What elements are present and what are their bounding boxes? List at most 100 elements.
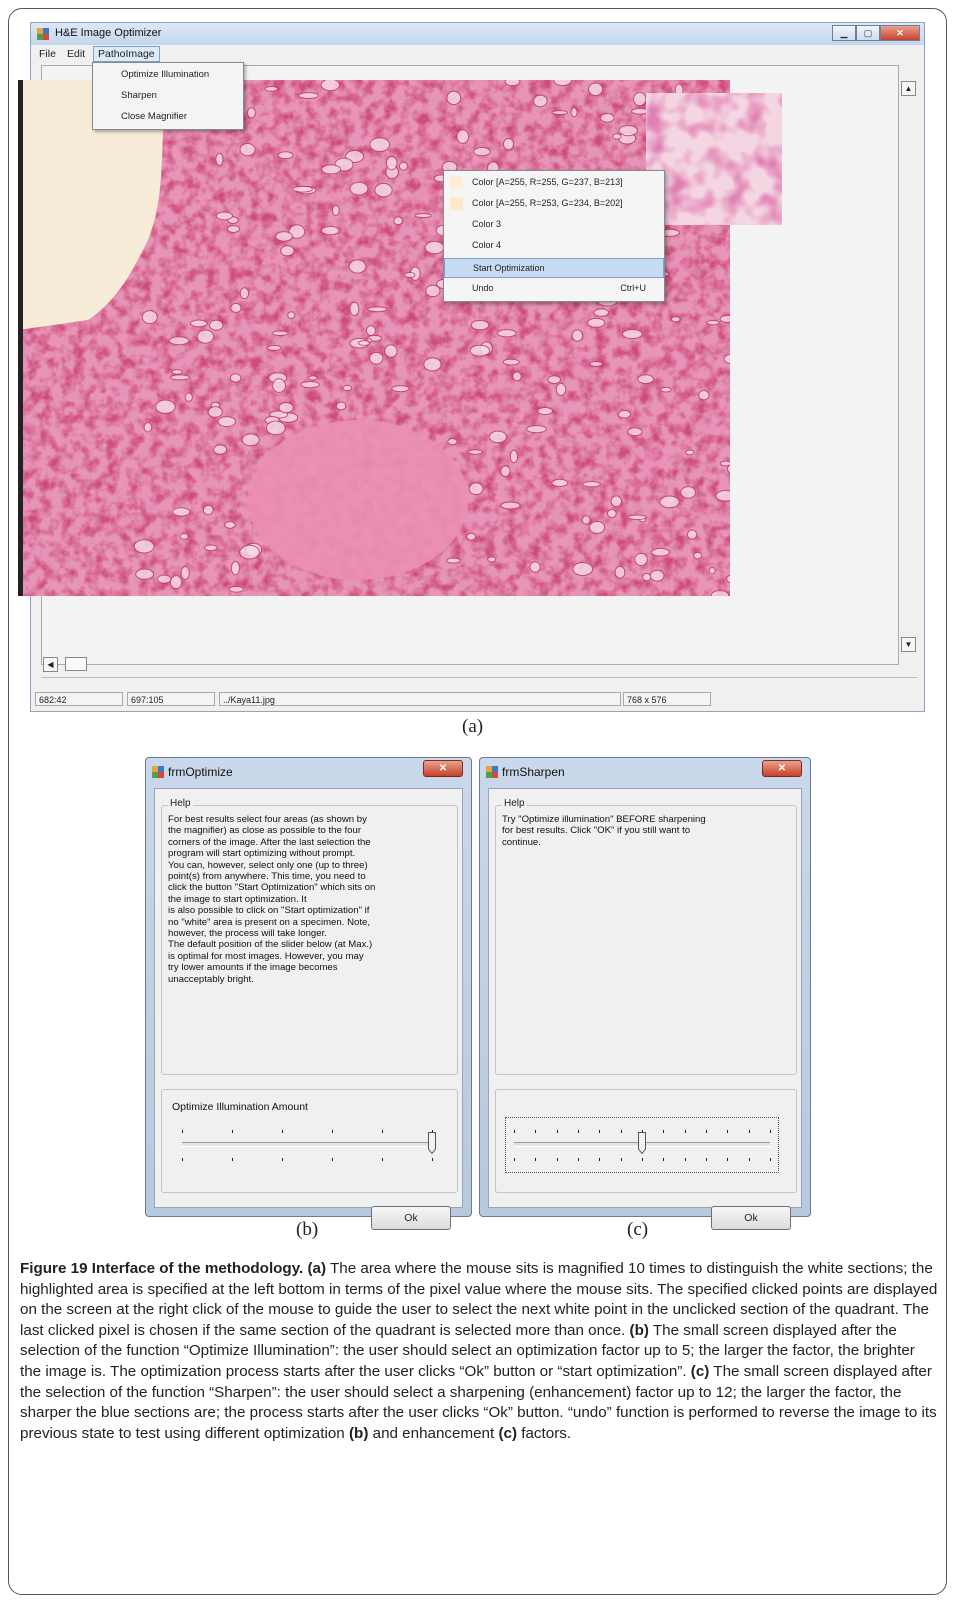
menu-item-optimize-illumination[interactable]: Optimize Illumination <box>121 69 209 80</box>
vertical-scrollbar[interactable]: ▲ ▼ <box>901 65 917 665</box>
gland-lumen <box>627 427 643 437</box>
menu-pathoimage[interactable]: PathoImage <box>93 46 160 62</box>
gland-lumen <box>133 539 155 554</box>
panel-label-a: (a) <box>462 716 484 737</box>
gland-lumen <box>278 401 294 414</box>
gland-lumen <box>391 385 410 393</box>
gland-lumen <box>266 344 282 351</box>
gland-lumen <box>135 568 155 580</box>
gland-lumen <box>571 329 584 342</box>
slider-tick <box>578 1130 579 1133</box>
slider-tick <box>748 1130 750 1133</box>
help-text: Try "Optimize illumination" BEFORE sharp… <box>502 814 706 848</box>
slider-label: Optimize Illumination Amount <box>172 1101 308 1113</box>
sharpen-slider[interactable] <box>505 1117 779 1173</box>
gland-lumen <box>202 504 214 516</box>
gland-lumen <box>468 482 484 496</box>
slider-tick <box>599 1130 601 1133</box>
ok-button[interactable]: Ok <box>711 1206 791 1230</box>
gland-lumen <box>588 520 606 534</box>
gland-lumen <box>348 259 367 274</box>
context-menu: Color [A=255, R=255, G=237, B=213] Color… <box>443 170 665 302</box>
gland-lumen <box>298 92 319 100</box>
gland-lumen <box>593 308 610 317</box>
dialog-body: Help For best results select four areas … <box>154 788 463 1230</box>
gland-lumen <box>207 406 223 418</box>
gland-lumen <box>398 161 409 171</box>
caption-mark-c2: (c) <box>498 1424 518 1442</box>
gland-lumen <box>180 566 190 580</box>
gland-lumen <box>670 316 681 323</box>
slider-tick <box>727 1158 729 1161</box>
stroma-region <box>248 420 468 580</box>
slider-tick <box>684 1130 686 1133</box>
context-item-color-1[interactable]: Color [A=255, R=255, G=237, B=213] <box>444 173 664 193</box>
gland-lumen <box>215 211 234 221</box>
gland-lumen <box>208 319 224 331</box>
scroll-left-icon[interactable]: ◀ <box>43 657 58 672</box>
gland-lumen <box>342 384 353 392</box>
panel-label-c: (c) <box>627 1219 649 1240</box>
histology-image[interactable] <box>18 80 730 596</box>
gland-lumen <box>537 407 554 416</box>
context-item-color-2[interactable]: Color [A=255, R=253, G=234, B=202] <box>444 194 664 214</box>
maximize-button[interactable]: ▢ <box>856 25 880 41</box>
gland-lumen <box>610 495 623 508</box>
scroll-up-icon[interactable]: ▲ <box>901 81 916 96</box>
gland-lumen <box>277 151 294 160</box>
close-button[interactable]: ✕ <box>423 760 463 777</box>
gland-lumen <box>588 82 604 97</box>
gland-lumen <box>349 181 369 196</box>
slider-tick <box>706 1130 707 1133</box>
gland-lumen <box>393 216 404 226</box>
gland-lumen <box>213 444 228 455</box>
illumination-slider[interactable] <box>176 1120 438 1170</box>
gland-lumen <box>582 480 601 488</box>
context-item-color-3[interactable]: Color 3 <box>444 215 664 235</box>
horizontal-scroll-thumb[interactable] <box>65 657 87 671</box>
gland-lumen <box>320 80 341 92</box>
ok-button[interactable]: Ok <box>371 1206 451 1230</box>
slider-track[interactable] <box>182 1142 432 1147</box>
gland-lumen <box>155 399 176 415</box>
figure-label: Figure 19 Interface of the methodology. <box>20 1260 304 1277</box>
gland-lumen <box>617 409 632 419</box>
tissue-image <box>18 80 730 596</box>
slider-thumb[interactable] <box>638 1132 646 1154</box>
close-button[interactable]: ✕ <box>880 25 920 41</box>
title-bar[interactable]: H&E Image Optimizer ▁ ▢ ✕ <box>31 23 924 45</box>
gland-lumen <box>693 551 703 560</box>
gland-lumen <box>374 182 393 198</box>
menu-file[interactable]: File <box>39 48 56 60</box>
slider-thumb[interactable] <box>428 1132 436 1154</box>
gland-lumen <box>272 378 286 393</box>
gland-lumen <box>719 314 730 323</box>
dialog-optimize: frmOptimize ✕ Help For best results sele… <box>145 757 472 1230</box>
window-title: H&E Image Optimizer <box>55 27 162 39</box>
slider-tick <box>514 1130 515 1133</box>
slider-tick <box>684 1158 686 1161</box>
slider-tick <box>706 1158 707 1161</box>
context-item-color-4[interactable]: Color 4 <box>444 236 664 256</box>
gland-lumen <box>660 386 672 393</box>
scroll-down-icon[interactable]: ▼ <box>901 637 916 652</box>
slider-tick <box>535 1158 537 1161</box>
gland-lumen <box>424 240 445 255</box>
gland-lumen <box>143 422 153 433</box>
gland-lumen <box>275 231 293 242</box>
menu-item-sharpen[interactable]: Sharpen <box>121 90 157 101</box>
menu-item-close-magnifier[interactable]: Close Magnifier <box>121 111 187 122</box>
context-item-undo[interactable]: Undo Ctrl+U <box>444 279 664 299</box>
gland-lumen <box>614 565 626 579</box>
minimize-button[interactable]: ▁ <box>832 25 856 41</box>
gland-lumen <box>509 449 519 464</box>
context-item-start-optimization[interactable]: Start Optimization <box>444 258 664 278</box>
gland-lumen <box>587 317 606 328</box>
menu-edit[interactable]: Edit <box>67 48 85 60</box>
gland-lumen <box>621 328 643 340</box>
undo-shortcut: Ctrl+U <box>620 283 646 293</box>
gland-lumen <box>473 146 491 157</box>
close-button[interactable]: ✕ <box>762 760 802 777</box>
gland-lumen <box>307 375 318 381</box>
gland-lumen <box>171 369 183 375</box>
